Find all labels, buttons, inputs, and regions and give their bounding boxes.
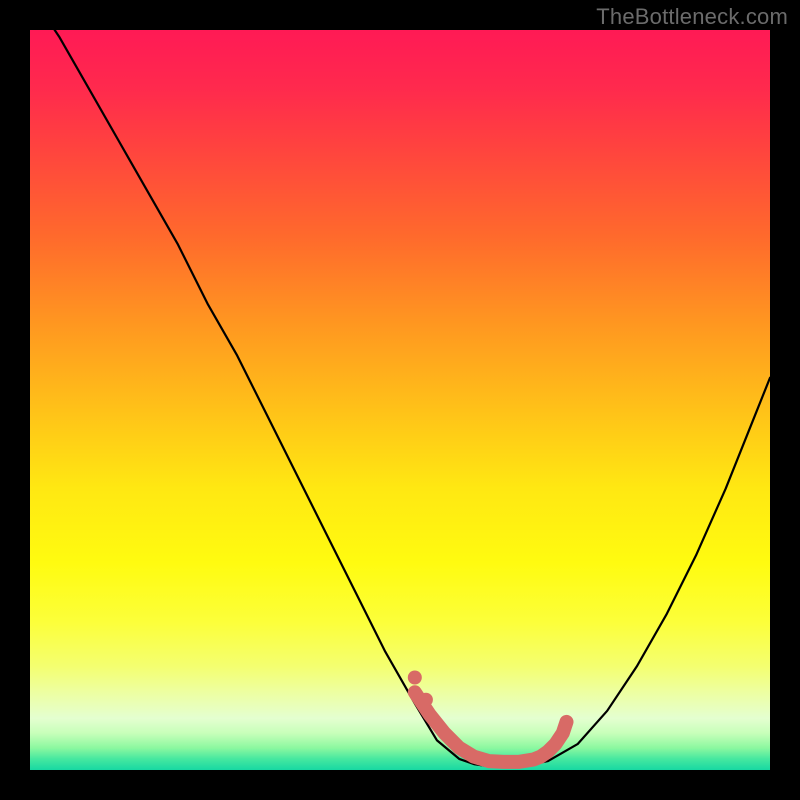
chart-svg bbox=[30, 30, 770, 770]
plot-area bbox=[30, 30, 770, 770]
optimal-zone-dot bbox=[408, 671, 422, 685]
watermark-text: TheBottleneck.com bbox=[596, 4, 788, 30]
chart-frame: TheBottleneck.com bbox=[0, 0, 800, 800]
bottleneck-curve bbox=[30, 0, 770, 766]
optimal-zone-stroke bbox=[415, 692, 567, 762]
optimal-zone-markers bbox=[408, 671, 567, 762]
optimal-zone-dot bbox=[419, 693, 433, 707]
